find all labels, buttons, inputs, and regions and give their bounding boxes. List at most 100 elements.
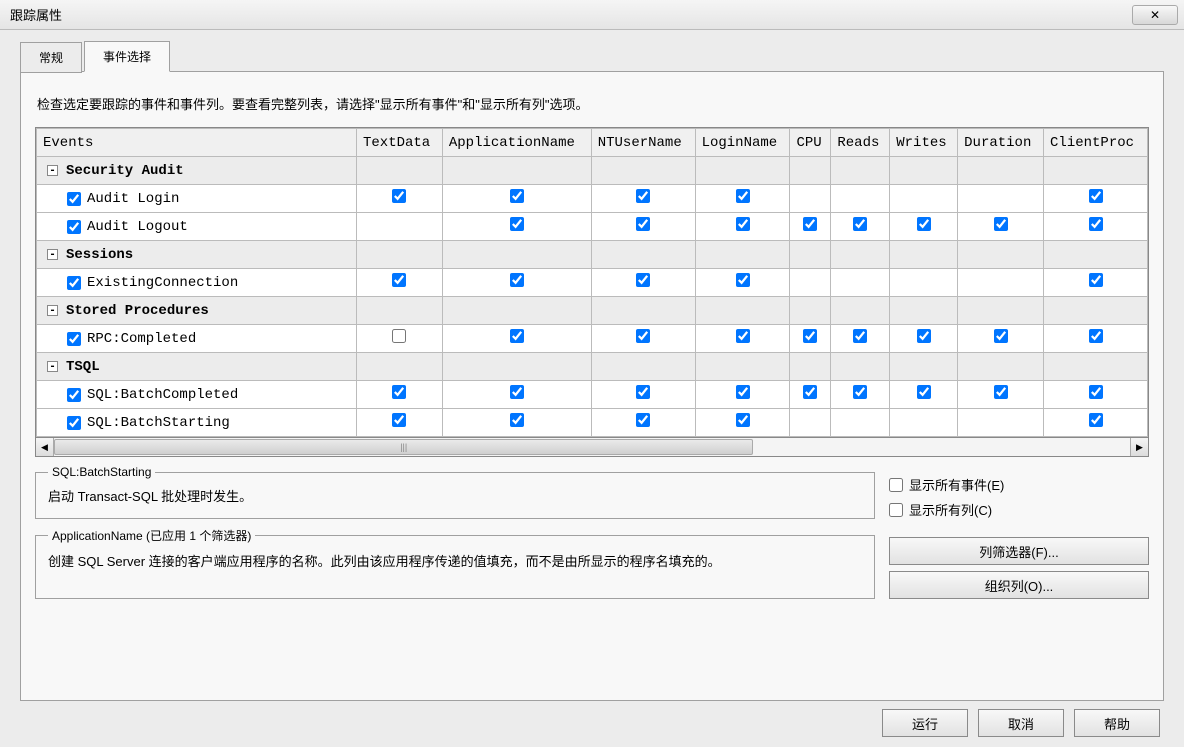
event-column-cell[interactable] <box>831 185 890 213</box>
column-header[interactable]: Reads <box>831 129 890 157</box>
event-column-cell[interactable] <box>695 325 790 353</box>
event-column-cell[interactable] <box>790 269 831 297</box>
event-column-checkbox[interactable] <box>510 329 524 343</box>
event-column-cell[interactable] <box>1044 269 1148 297</box>
column-header[interactable]: LoginName <box>695 129 790 157</box>
event-column-checkbox[interactable] <box>510 385 524 399</box>
event-column-checkbox[interactable] <box>510 189 524 203</box>
event-column-cell[interactable] <box>831 213 890 241</box>
run-button[interactable]: 运行 <box>882 709 968 737</box>
event-column-cell[interactable] <box>1044 409 1148 437</box>
horizontal-scrollbar[interactable]: ◀ ||| ▶ <box>35 438 1149 457</box>
event-column-cell[interactable] <box>695 409 790 437</box>
column-header[interactable]: Events <box>37 129 357 157</box>
event-column-checkbox[interactable] <box>636 413 650 427</box>
scroll-left-button[interactable]: ◀ <box>36 438 54 456</box>
event-column-checkbox[interactable] <box>636 385 650 399</box>
event-column-cell[interactable] <box>958 409 1044 437</box>
event-column-cell[interactable] <box>695 381 790 409</box>
tab-general[interactable]: 常规 <box>20 42 82 73</box>
event-enable-checkbox[interactable] <box>67 192 81 206</box>
show-all-columns-checkbox[interactable] <box>889 503 903 517</box>
event-column-cell[interactable] <box>890 213 958 241</box>
column-header[interactable]: Writes <box>890 129 958 157</box>
cancel-button[interactable]: 取消 <box>978 709 1064 737</box>
event-column-checkbox[interactable] <box>1089 273 1103 287</box>
event-column-checkbox[interactable] <box>917 385 931 399</box>
event-column-cell[interactable] <box>591 269 695 297</box>
event-column-checkbox[interactable] <box>1089 329 1103 343</box>
event-column-checkbox[interactable] <box>1089 385 1103 399</box>
collapse-toggle-icon[interactable]: - <box>47 165 58 176</box>
event-column-cell[interactable] <box>790 213 831 241</box>
event-column-cell[interactable] <box>958 325 1044 353</box>
event-column-checkbox[interactable] <box>392 413 406 427</box>
event-enable-checkbox[interactable] <box>67 416 81 430</box>
event-column-checkbox[interactable] <box>510 273 524 287</box>
event-column-checkbox[interactable] <box>636 329 650 343</box>
tab-events-selection[interactable]: 事件选择 <box>84 41 170 72</box>
event-column-cell[interactable] <box>831 325 890 353</box>
organize-columns-button[interactable]: 组织列(O)... <box>889 571 1149 599</box>
event-column-cell[interactable] <box>958 213 1044 241</box>
event-column-checkbox[interactable] <box>510 217 524 231</box>
event-column-cell[interactable] <box>1044 325 1148 353</box>
event-column-cell[interactable] <box>442 185 591 213</box>
help-button[interactable]: 帮助 <box>1074 709 1160 737</box>
show-all-columns-option[interactable]: 显示所有列(C) <box>889 500 1149 519</box>
close-button[interactable]: ✕ <box>1132 5 1178 25</box>
event-column-cell[interactable] <box>1044 213 1148 241</box>
collapse-toggle-icon[interactable]: - <box>47 305 58 316</box>
event-column-checkbox[interactable] <box>1089 217 1103 231</box>
event-column-cell[interactable] <box>442 269 591 297</box>
column-header[interactable]: TextData <box>357 129 443 157</box>
event-column-cell[interactable] <box>890 185 958 213</box>
show-all-events-checkbox[interactable] <box>889 478 903 492</box>
scroll-track[interactable]: ||| <box>54 438 1130 456</box>
event-column-cell[interactable] <box>695 213 790 241</box>
scroll-right-button[interactable]: ▶ <box>1130 438 1148 456</box>
show-all-events-option[interactable]: 显示所有事件(E) <box>889 475 1149 494</box>
event-column-cell[interactable] <box>1044 381 1148 409</box>
event-column-cell[interactable] <box>1044 185 1148 213</box>
event-column-cell[interactable] <box>790 381 831 409</box>
event-column-checkbox[interactable] <box>392 329 406 343</box>
event-column-checkbox[interactable] <box>736 273 750 287</box>
event-column-checkbox[interactable] <box>636 189 650 203</box>
column-filters-button[interactable]: 列筛选器(F)... <box>889 537 1149 565</box>
event-column-checkbox[interactable] <box>853 385 867 399</box>
event-column-cell[interactable] <box>442 381 591 409</box>
event-column-checkbox[interactable] <box>917 329 931 343</box>
event-column-checkbox[interactable] <box>736 217 750 231</box>
scroll-thumb[interactable]: ||| <box>54 439 753 455</box>
event-column-cell[interactable] <box>958 381 1044 409</box>
event-column-cell[interactable] <box>831 381 890 409</box>
event-column-cell[interactable] <box>442 213 591 241</box>
event-column-cell[interactable] <box>357 325 443 353</box>
event-column-checkbox[interactable] <box>994 329 1008 343</box>
event-column-checkbox[interactable] <box>392 273 406 287</box>
event-column-checkbox[interactable] <box>994 217 1008 231</box>
event-column-cell[interactable] <box>890 409 958 437</box>
column-header[interactable]: CPU <box>790 129 831 157</box>
event-column-checkbox[interactable] <box>392 385 406 399</box>
collapse-toggle-icon[interactable]: - <box>47 361 58 372</box>
event-column-checkbox[interactable] <box>636 217 650 231</box>
event-column-cell[interactable] <box>591 185 695 213</box>
event-column-checkbox[interactable] <box>853 329 867 343</box>
event-column-cell[interactable] <box>357 381 443 409</box>
event-column-cell[interactable] <box>958 269 1044 297</box>
event-column-cell[interactable] <box>357 269 443 297</box>
event-column-cell[interactable] <box>790 409 831 437</box>
event-column-cell[interactable] <box>790 325 831 353</box>
event-column-checkbox[interactable] <box>1089 413 1103 427</box>
event-enable-checkbox[interactable] <box>67 332 81 346</box>
event-column-cell[interactable] <box>890 269 958 297</box>
event-column-checkbox[interactable] <box>736 329 750 343</box>
event-column-checkbox[interactable] <box>392 189 406 203</box>
event-column-cell[interactable] <box>890 325 958 353</box>
column-header[interactable]: NTUserName <box>591 129 695 157</box>
column-header[interactable]: ClientProc <box>1044 129 1148 157</box>
event-column-checkbox[interactable] <box>1089 189 1103 203</box>
event-column-cell[interactable] <box>357 213 443 241</box>
